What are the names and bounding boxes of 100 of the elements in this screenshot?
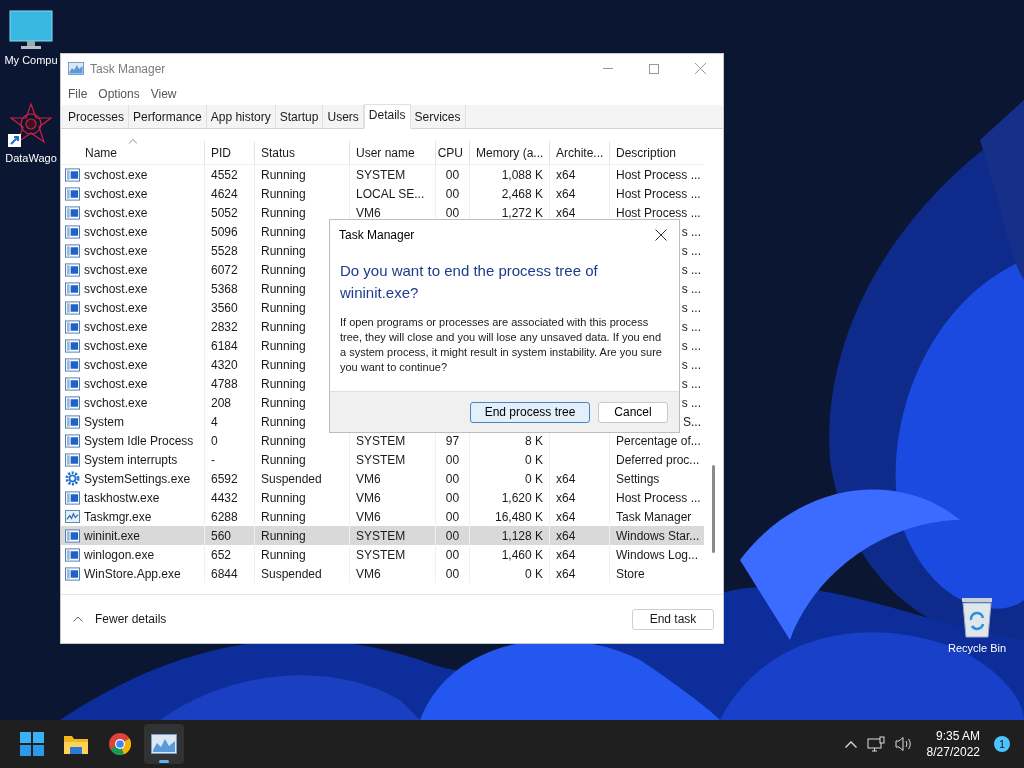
table-cell-text: 2832 <box>211 318 238 336</box>
table-cell-text: 560 <box>211 527 232 545</box>
table-cell-text: 4 <box>211 413 218 431</box>
table-cell[interactable]: SystemSettings.exe <box>84 469 191 488</box>
table-cell[interactable]: svchost.exe <box>84 241 148 260</box>
table-cell-text: Running <box>261 337 306 355</box>
table-cell-text: s ... <box>681 356 701 374</box>
table-cell[interactable]: svchost.exe <box>84 336 148 355</box>
table-cell-text: Running <box>261 394 306 412</box>
table-cell[interactable]: svchost.exe <box>84 165 148 184</box>
taskbar-button[interactable] <box>144 724 184 764</box>
clock-time[interactable]: 9:35 AM <box>935 728 980 744</box>
table-cell[interactable]: svchost.exe <box>84 222 148 241</box>
table-cell[interactable]: Taskmgr.exe <box>84 507 152 526</box>
column-header[interactable]: Name <box>61 141 204 164</box>
chrome-icon <box>108 732 132 756</box>
table-cell-text: Running <box>261 489 306 507</box>
window-icon <box>65 566 80 581</box>
column-header[interactable]: CPU <box>435 141 469 164</box>
table-cell-text: s ... <box>681 280 701 298</box>
table-cell-text: - <box>211 451 215 469</box>
column-header[interactable]: Description <box>609 141 704 164</box>
table-cell[interactable]: svchost.exe <box>84 184 148 203</box>
network-icon[interactable] <box>866 736 885 752</box>
chart-window-icon <box>65 510 80 523</box>
table-cell[interactable]: svchost.exe <box>84 317 148 336</box>
sort-caret-icon <box>128 139 137 144</box>
table-cell-text: Running <box>261 375 306 393</box>
table-cell-text: 8 K <box>525 432 543 450</box>
table-cell-text: Running <box>261 185 306 203</box>
table-cell[interactable]: svchost.exe <box>84 298 148 317</box>
windows-logo-icon <box>20 732 44 756</box>
star-shortcut-icon <box>8 102 54 148</box>
end-task-button[interactable]: End task <box>632 608 714 630</box>
window-icon <box>65 243 80 258</box>
window-icon <box>65 528 80 543</box>
table-cell-text: Running <box>261 318 306 336</box>
table-cell-text: Host Process ... <box>616 185 701 203</box>
dialog-message: If open programs or processes are associated with this process tree, they will close and you will lose any unsaved data. If you end a system process, it might result in system instability. Are you sure you want to continue? <box>340 315 663 375</box>
table-cell-text: 16,480 K <box>494 508 543 526</box>
clock-date[interactable]: 8/27/2022 <box>926 744 980 760</box>
window-icon <box>65 300 80 315</box>
chevron-up-icon[interactable] <box>844 740 857 748</box>
table-cell-text: LOCAL SE... <box>356 185 425 203</box>
table-cell[interactable]: System Idle Process <box>84 431 194 450</box>
table-cell-text: 208 <box>211 394 232 412</box>
window-icon <box>65 205 80 220</box>
window-icon <box>65 167 80 182</box>
table-cell[interactable]: taskhostw.exe <box>84 488 160 507</box>
table-cell[interactable]: wininit.exe <box>84 526 141 545</box>
table-cell-text: Running <box>261 166 306 184</box>
table-cell-text: 4432 <box>211 489 238 507</box>
menu-item[interactable]: File <box>64 85 92 103</box>
table-cell-text: 4624 <box>211 185 238 203</box>
table-cell[interactable]: System <box>84 412 124 431</box>
table-cell-text: x64 <box>556 565 576 583</box>
menu-item[interactable]: Options <box>94 85 144 103</box>
table-cell[interactable]: svchost.exe <box>84 203 148 222</box>
table-cell-text: SYSTEM <box>356 527 406 545</box>
table-cell-text: x64 <box>556 546 576 564</box>
table-cell-text: 0 K <box>525 470 543 488</box>
desktop-icon-label[interactable]: Recycle Bin <box>947 641 1007 656</box>
table-cell-text: VM6 <box>356 489 381 507</box>
desktop-icon-label[interactable]: DataWago <box>5 151 57 166</box>
column-header[interactable]: PID <box>204 141 254 164</box>
table-cell-text: Host Process ... <box>616 489 701 507</box>
fewer-details-link[interactable]: Fewer details <box>95 610 167 628</box>
scrollbar-thumb[interactable] <box>712 465 715 553</box>
column-header[interactable]: Archite... <box>549 141 609 164</box>
table-cell-text: s ... <box>681 223 701 241</box>
table-cell-text: VM6 <box>356 204 381 222</box>
window-icon <box>65 547 80 562</box>
dialog-button[interactable]: End process tree <box>470 401 590 423</box>
window-icon <box>65 414 80 429</box>
column-header[interactable]: User name <box>349 141 435 164</box>
table-cell[interactable]: svchost.exe <box>84 393 148 412</box>
table-cell-text: x64 <box>556 185 576 203</box>
table-cell[interactable]: svchost.exe <box>84 355 148 374</box>
desktop-icon-label[interactable]: My Compu <box>4 53 58 68</box>
table-cell[interactable]: winlogon.exe <box>84 545 155 564</box>
table-cell-text: s ... <box>681 318 701 336</box>
table-cell[interactable]: WinStore.App.exe <box>84 564 181 583</box>
tab[interactable]: Details <box>363 104 411 129</box>
window-icon <box>65 319 80 334</box>
dialog-button[interactable]: Cancel <box>598 401 668 423</box>
speaker-icon[interactable] <box>894 736 913 752</box>
table-cell-text: 1,620 K <box>501 489 543 507</box>
notification-badge[interactable]: 1 <box>994 736 1010 752</box>
table-cell-text: s ... <box>681 394 701 412</box>
table-cell[interactable]: svchost.exe <box>84 279 148 298</box>
table-cell-text: 1,128 K <box>501 527 543 545</box>
window-icon <box>65 186 80 201</box>
table-cell[interactable]: svchost.exe <box>84 374 148 393</box>
table-cell[interactable]: System interrupts <box>84 450 178 469</box>
table-cell-text: x64 <box>556 470 576 488</box>
column-header[interactable]: Memory (a... <box>469 141 549 164</box>
menu-item[interactable]: View <box>146 85 181 103</box>
table-cell[interactable]: svchost.exe <box>84 260 148 279</box>
table-cell-text: Running <box>261 432 306 450</box>
column-header[interactable]: Status <box>254 141 349 164</box>
